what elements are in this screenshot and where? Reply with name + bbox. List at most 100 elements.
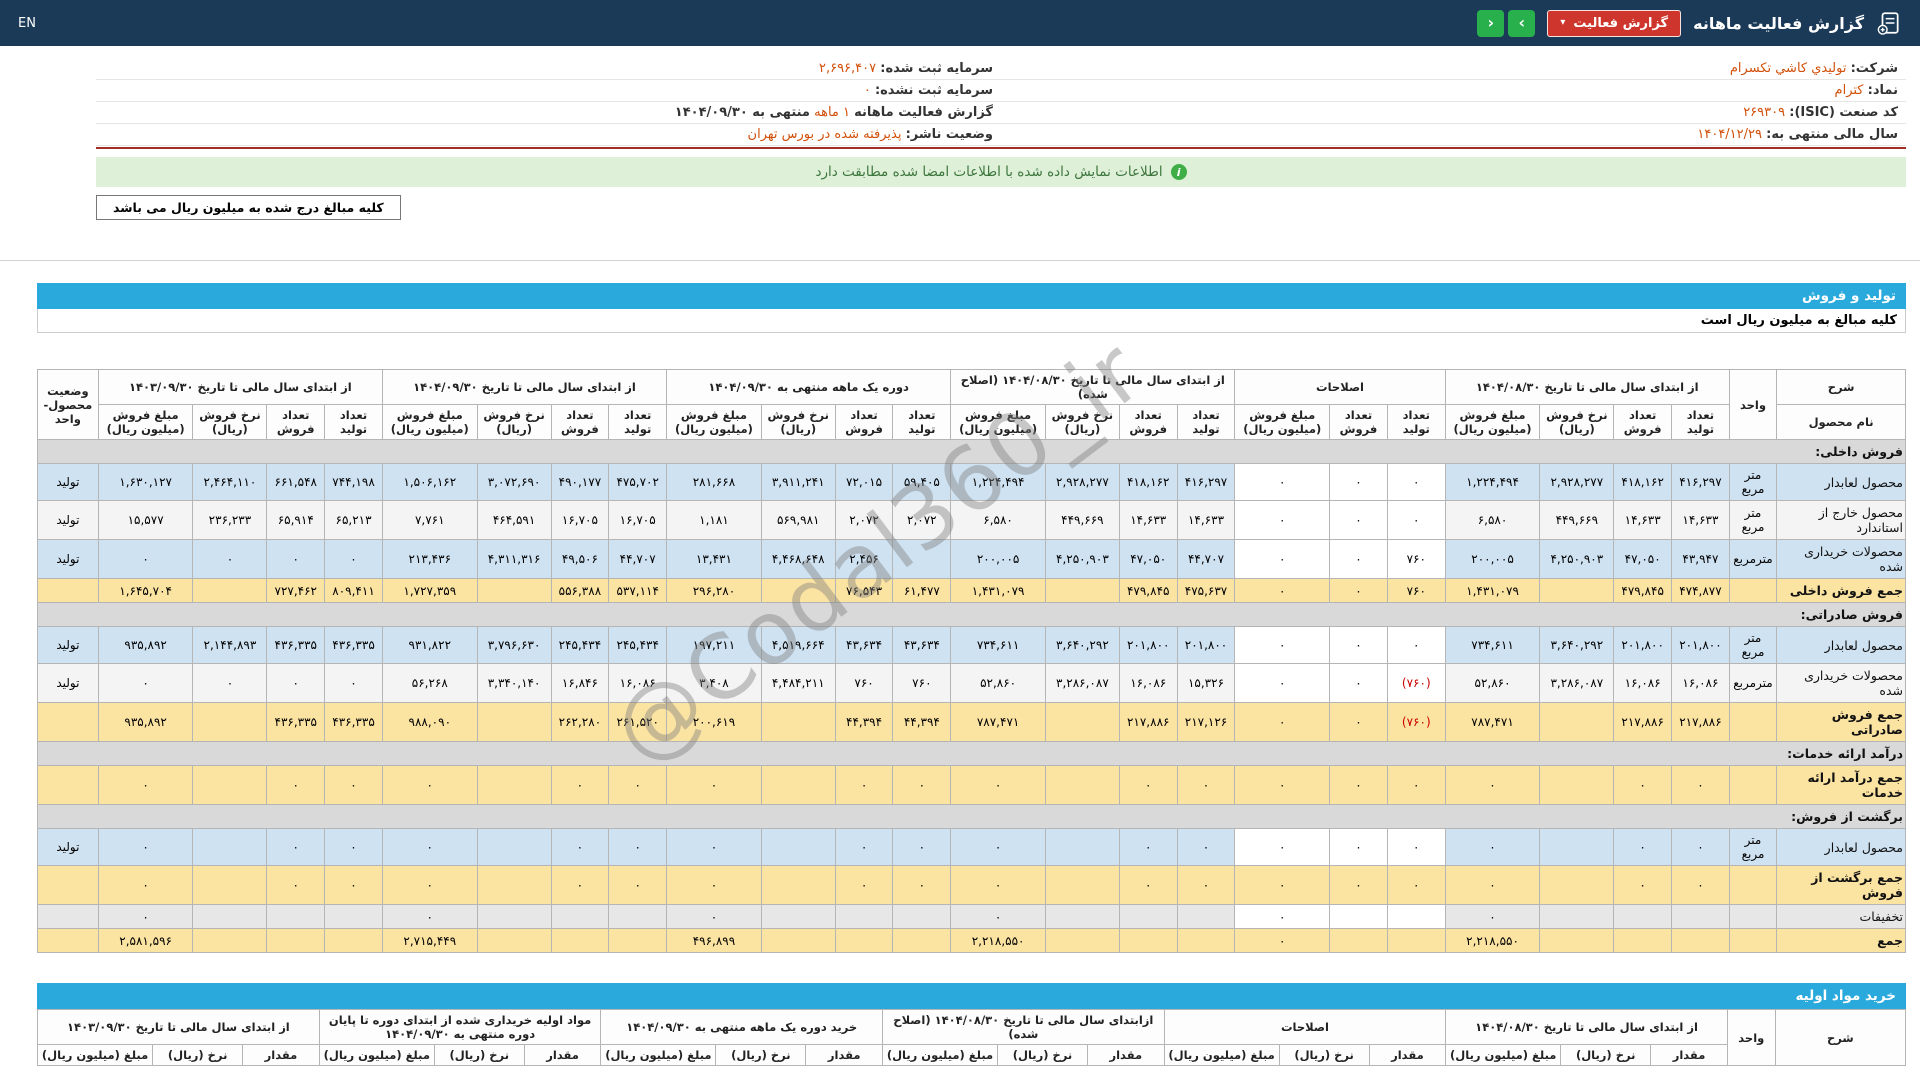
value-cell: ۴۳۶,۳۳۵ — [266, 702, 326, 742]
value-cell — [1329, 928, 1388, 953]
value-cell: ۶۱,۴۷۷ — [892, 578, 952, 603]
value-cell: ۲۱۳,۴۳۶ — [381, 539, 478, 579]
col-group-header-5: از ابتدای سال مالی تا تاریخ ۱۴۰۳/۰۹/۳۰ — [37, 1009, 320, 1045]
value-cell — [324, 904, 383, 929]
col-group-header-1: اصلاحات — [1163, 1009, 1447, 1045]
nav-prev-button[interactable]: ‹ — [1477, 9, 1505, 37]
value-cell — [1539, 928, 1615, 953]
value-cell: ۰ — [1671, 828, 1730, 866]
value-cell: ۳,۶۴۰,۲۹۲ — [1539, 626, 1615, 664]
info-label: سال مالی منتهی به: — [1766, 127, 1898, 142]
value-cell: ۵۳۷,۱۱۴ — [608, 578, 668, 603]
top-header: گزارش فعالیت ماهانه گزارش فعالیت ▾ › ‹ E… — [0, 0, 1920, 46]
report-type-label: گزارش فعالیت — [1573, 15, 1669, 31]
value-cell — [266, 904, 326, 929]
value-cell: ۲۴۵,۴۳۴ — [550, 626, 610, 664]
unit-cell: متر مربع — [1728, 828, 1778, 866]
value-cell: ۲,۰۷۲ — [834, 500, 894, 540]
value-cell: ۰ — [192, 539, 268, 579]
info-cell-left: وضعیت ناشر: پذيرفته شده در بورس تهران — [96, 123, 1001, 146]
value-cell: ۴۳,۶۳۴ — [834, 626, 894, 664]
value-cell: ۹۳۱,۸۲۲ — [381, 626, 478, 664]
table-group-header-row: شرح واحد از ابتدای سال مالی تا تاریخ ۱۴۰۴/… — [37, 1009, 1907, 1066]
value-cell: ۴۶۴,۵۹۱ — [476, 500, 552, 540]
value-cell: ۴۴۹,۶۶۹ — [1539, 500, 1615, 540]
value-cell: ۴۳۶,۳۳۵ — [324, 702, 383, 742]
value-cell: ۰ — [550, 865, 610, 905]
value-cell: ۴۳,۹۴۷ — [1671, 539, 1730, 579]
product-name-cell: جمع فروش صادراتی — [1776, 702, 1906, 742]
signature-notice: i اطلاعات نمایش داده شده با اطلاعات امضا… — [96, 157, 1906, 187]
value-cell: ۱۶,۰۸۶ — [1613, 663, 1673, 703]
chevron-down-icon: ▾ — [1560, 17, 1566, 28]
col-sub-header-0-1: تعداد فروش — [1613, 404, 1673, 440]
value-cell: ۴۹,۵۰۶ — [550, 539, 610, 579]
value-cell: ۱۶,۷۰۵ — [550, 500, 610, 540]
info-label: سرمایه ثبت نشده: — [874, 83, 993, 98]
table-row: جمع فروش داخلی ۴۷۴,۸۷۷ ۴۷۹,۸۴۵ ۱,۴۳۱,۰۷۹ ۷۶۰… — [37, 578, 1906, 603]
info-row: شرکت: توليدي كاشي تكسرام سرمایه ثبت شده: … — [96, 58, 1906, 80]
value-cell: ۴۱۸,۱۶۲ — [1613, 463, 1673, 501]
col-sub-header-0-2: مبلغ (میلیون ریال) — [1445, 1044, 1562, 1066]
col-sub-header-0-0: تعداد تولید — [1671, 404, 1730, 440]
value-cell: ۰ — [324, 539, 383, 579]
value-cell: ۰ — [1671, 865, 1730, 905]
col-sub-header-2-3: مبلغ فروش (میلیون ریال) — [950, 404, 1046, 440]
info-body: شرکت: توليدي كاشي تكسرام سرمایه ثبت شده: … — [96, 58, 1906, 146]
unit-cell — [1728, 904, 1778, 929]
value-cell: ۰ — [192, 663, 268, 703]
language-toggle[interactable]: EN — [18, 16, 36, 31]
value-cell: ۷۳۴,۶۱۱ — [1444, 626, 1541, 664]
value-cell: ۵۲,۸۶۰ — [1444, 663, 1541, 703]
report-type-button[interactable]: گزارش فعالیت ▾ — [1547, 9, 1682, 37]
value-cell — [760, 928, 836, 953]
table-row: محصول لعابدار متر مربع ۲۰۱,۸۰۰ ۲۰۱,۸۰۰ ۳,۶۴۰… — [37, 626, 1906, 664]
value-cell — [1329, 904, 1388, 929]
value-cell: ۰ — [1386, 828, 1446, 866]
nav-next-button[interactable]: › — [1508, 9, 1536, 37]
value-cell: ۱۶,۸۴۶ — [550, 663, 610, 703]
info-value-link[interactable]: كترام — [1835, 83, 1864, 98]
production-sales-table: شرح واحد از ابتدای سال مالی تا تاریخ ۱۴۰۴/… — [37, 369, 1906, 953]
value-cell: ۰ — [1329, 500, 1388, 540]
value-cell — [324, 928, 383, 953]
section-label-cell: درآمد ارائه خدمات: — [37, 741, 1906, 766]
info-label: سرمایه ثبت شده: — [880, 61, 993, 76]
info-value-link[interactable]: توليدي كاشي تكسرام — [1730, 61, 1847, 76]
section-label-text: فروش داخلی: — [1815, 444, 1903, 459]
value-cell: ۲,۴۵۶ — [834, 539, 894, 579]
value-cell: ۰ — [1329, 702, 1388, 742]
col-sub-header-3-0: تعداد تولید — [892, 404, 952, 440]
value-cell: ۱۵,۵۷۷ — [97, 500, 194, 540]
value-cell: ۷۶۰ — [1386, 539, 1446, 579]
value-cell: ۰ — [550, 828, 610, 866]
info-cell-left: سرمایه ثبت نشده: ۰ — [96, 79, 1001, 102]
value-cell — [550, 904, 610, 929]
divider — [0, 260, 1920, 261]
section-row: برگشت از فروش: — [37, 804, 1906, 829]
table-group-header-row: شرح واحد از ابتدای سال مالی تا تاریخ ۱۴۰۴/… — [37, 369, 1906, 440]
value-cell: ۰ — [1329, 865, 1388, 905]
col-sub-header-3-2: مبلغ (میلیون ریال) — [600, 1044, 717, 1066]
value-cell: ۳,۹۱۱,۲۴۱ — [760, 463, 836, 501]
value-cell: ۰ — [666, 765, 762, 805]
value-cell — [476, 928, 552, 953]
col-group-header-4: از ابتدای سال مالی تا تاریخ ۱۴۰۴/۰۹/۳۰ — [381, 369, 668, 405]
value-cell: ۴۴,۷۰۷ — [1176, 539, 1236, 579]
col-sub-header-3-1: تعداد فروش — [834, 404, 894, 440]
unit-cell — [1728, 578, 1778, 603]
status-cell: تولید — [37, 500, 99, 540]
value-cell: ۴,۴۶۸,۶۴۸ — [760, 539, 836, 579]
col-desc-header: شرح — [1776, 369, 1906, 405]
value-cell: ۰ — [324, 765, 383, 805]
col-sub-header-4-1: تعداد فروش — [550, 404, 610, 440]
value-cell: ۲۸۱,۶۶۸ — [666, 463, 762, 501]
value-cell: ۶۵,۲۱۳ — [324, 500, 383, 540]
value-cell: ۱۹۷,۲۱۱ — [666, 626, 762, 664]
table-row: محصول لعابدار متر مربع ۴۱۶,۲۹۷ ۴۱۸,۱۶۲ ۲,۹۲۸… — [37, 463, 1906, 501]
col-product-name-header: نام محصول — [1776, 404, 1906, 440]
value-cell: ۴۳,۶۳۴ — [892, 626, 952, 664]
value-cell: ۰ — [1329, 663, 1388, 703]
info-label: گزارش فعالیت ماهانه — [854, 105, 993, 120]
value-cell: ۲۰۰,۰۰۵ — [950, 539, 1046, 579]
